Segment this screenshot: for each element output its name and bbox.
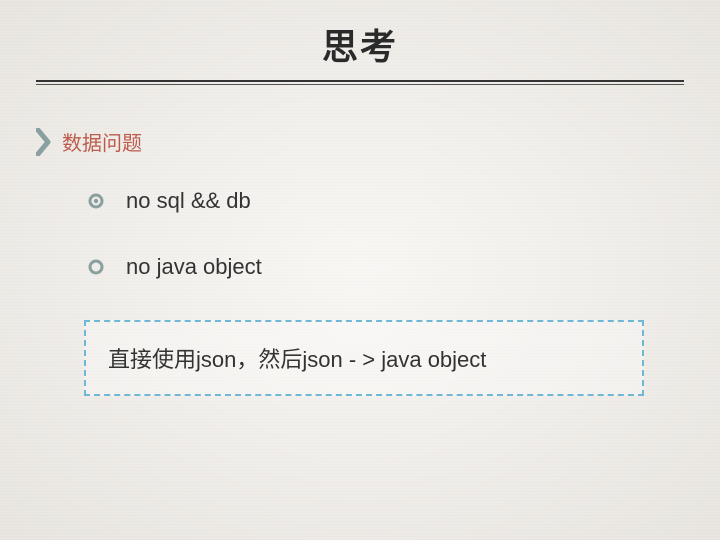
list-item-text: no java object bbox=[126, 254, 262, 280]
slide: 思考 数据问题 no sql && db no java object 直接使用… bbox=[0, 0, 720, 540]
item-list: no sql && db no java object bbox=[36, 188, 684, 280]
circle-bullet-icon bbox=[88, 193, 104, 209]
section-header: 数据问题 bbox=[36, 127, 684, 156]
slide-title: 思考 bbox=[36, 18, 684, 70]
list-item: no java object bbox=[88, 254, 684, 280]
section-title: 数据问题 bbox=[62, 127, 142, 156]
callout-box: 直接使用json，然后json - > java object bbox=[84, 320, 644, 396]
list-item: no sql && db bbox=[88, 188, 684, 214]
list-item-text: no sql && db bbox=[126, 188, 251, 214]
callout-text: 直接使用json，然后json - > java object bbox=[108, 342, 620, 374]
chevron-right-icon bbox=[36, 128, 52, 156]
title-divider bbox=[36, 80, 684, 85]
circle-bullet-icon bbox=[88, 259, 104, 275]
